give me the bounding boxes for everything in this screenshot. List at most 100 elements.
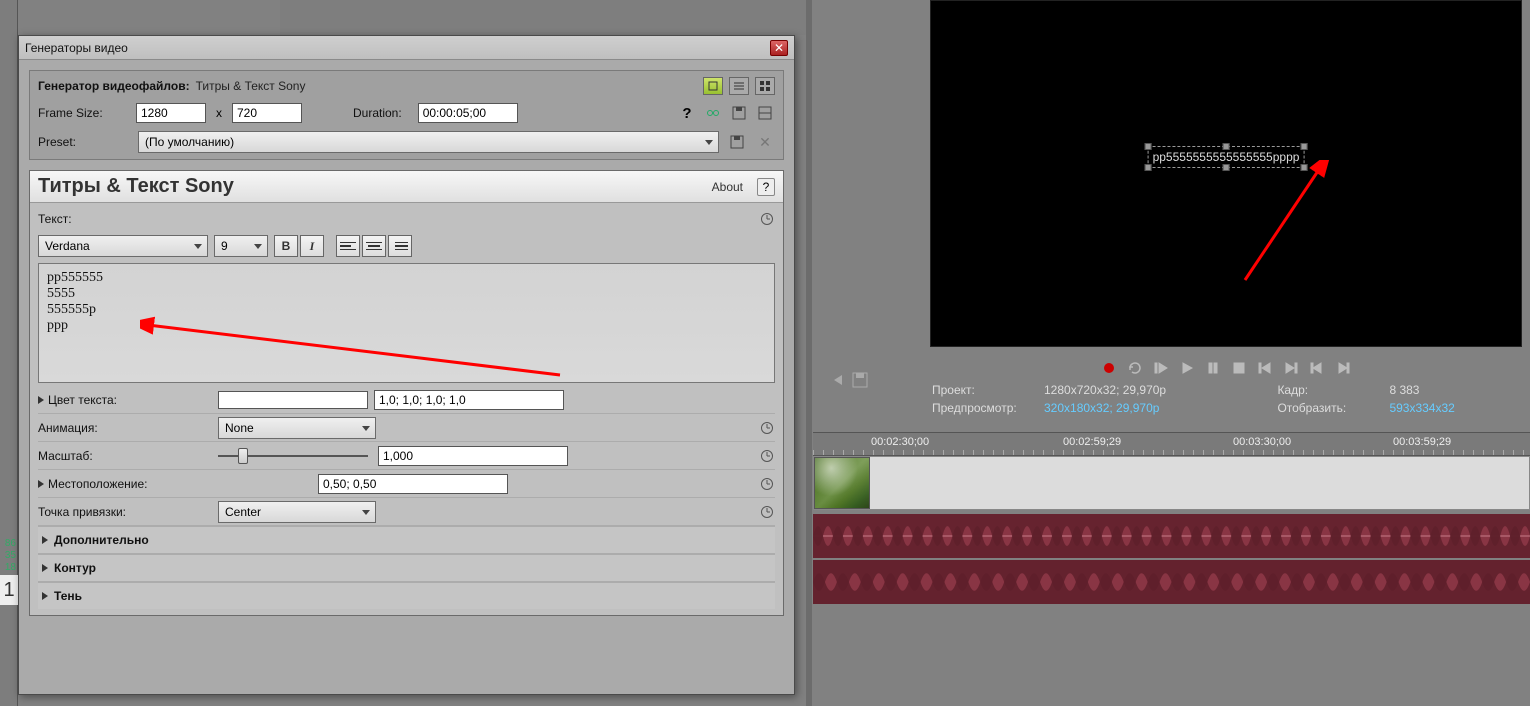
- go-end-button[interactable]: [1281, 358, 1301, 378]
- ruler-tick: 00:02:30;00: [871, 436, 929, 448]
- save-preset-button[interactable]: [729, 103, 749, 123]
- resize-handle[interactable]: [1223, 164, 1230, 171]
- italic-button[interactable]: I: [300, 235, 324, 257]
- video-preview[interactable]: pp5555555555555555pppp: [930, 0, 1522, 347]
- frame-size-label: Frame Size:: [38, 106, 130, 120]
- preview-title-overlay[interactable]: pp5555555555555555pppp: [1148, 146, 1305, 168]
- scale-value[interactable]: [378, 446, 568, 466]
- slider-thumb[interactable]: [238, 448, 248, 464]
- bold-button[interactable]: B: [274, 235, 298, 257]
- view-single-button[interactable]: [703, 77, 723, 95]
- record-button[interactable]: [1099, 358, 1119, 378]
- info-kadr-label: Кадр:: [1277, 382, 1387, 398]
- frame-width-input[interactable]: [136, 103, 206, 123]
- chain-plugin-button[interactable]: [703, 103, 723, 123]
- close-button[interactable]: ✕: [770, 40, 788, 56]
- background-top: [280, 0, 810, 35]
- preset-select-value: (По умолчанию): [145, 135, 234, 149]
- resize-handle[interactable]: [1145, 164, 1152, 171]
- section-additional-label: Дополнительно: [54, 533, 149, 547]
- section-shadow-label: Тень: [54, 589, 82, 603]
- close-icon: ✕: [774, 41, 784, 55]
- font-select-value: Verdana: [45, 239, 90, 253]
- view-grid-button[interactable]: [755, 77, 775, 95]
- ruler-tick: 00:03:59;29: [1393, 436, 1451, 448]
- resize-handle[interactable]: [1223, 143, 1230, 150]
- video-generators-dialog: Генераторы видео ✕ Генератор видеофайлов…: [18, 35, 795, 695]
- timeline-ruler[interactable]: 00:02:30;00 00:02:59;29 00:03:30;00 00:0…: [813, 432, 1530, 456]
- section-shadow[interactable]: Тень: [38, 582, 775, 609]
- align-right-button[interactable]: [388, 235, 412, 257]
- resize-handle[interactable]: [1300, 143, 1307, 150]
- section-outline-label: Контур: [54, 561, 96, 575]
- align-center-button[interactable]: [362, 235, 386, 257]
- resize-handle[interactable]: [1300, 164, 1307, 171]
- frame-height-input[interactable]: [232, 103, 302, 123]
- view-toggle-group: [703, 77, 775, 95]
- font-size-select[interactable]: 9: [214, 235, 268, 257]
- left-ruler-sliver: 86 35 18 1: [0, 0, 18, 706]
- section-outline[interactable]: Контур: [38, 554, 775, 582]
- record-icon: [1104, 363, 1114, 373]
- video-track[interactable]: [813, 456, 1530, 510]
- scale-slider[interactable]: [218, 448, 368, 464]
- animation-select-value: None: [225, 421, 254, 435]
- titles-help-button[interactable]: ?: [757, 178, 775, 196]
- prev-icon[interactable]: [830, 372, 846, 388]
- location-value[interactable]: [318, 474, 508, 494]
- next-frame-button[interactable]: [1333, 358, 1353, 378]
- align-left-button[interactable]: [336, 235, 360, 257]
- duration-input[interactable]: [418, 103, 518, 123]
- text-color-value[interactable]: [374, 390, 564, 410]
- font-select[interactable]: Verdana: [38, 235, 208, 257]
- play-from-start-button[interactable]: [1151, 358, 1171, 378]
- expand-icon: [42, 564, 48, 572]
- text-color-label: Цвет текста:: [48, 393, 117, 407]
- audio-track-2[interactable]: [813, 560, 1530, 604]
- section-additional[interactable]: Дополнительно: [38, 526, 775, 554]
- sliver-marker: 1: [0, 575, 18, 605]
- stop-button[interactable]: [1229, 358, 1249, 378]
- waveform-icon: [813, 560, 1530, 604]
- preview-info: Проект: 1280x720x32; 29,970p Кадр: 8 383…: [930, 380, 1522, 418]
- resize-handle[interactable]: [1145, 143, 1152, 150]
- animation-select[interactable]: None: [218, 417, 376, 439]
- expand-icon[interactable]: [38, 396, 44, 404]
- keyframe-icon[interactable]: [759, 211, 775, 227]
- titles-heading: Титры & Текст Sony: [38, 175, 712, 198]
- save-frame-icon[interactable]: [852, 372, 868, 388]
- keyframe-icon[interactable]: [759, 420, 775, 436]
- title-text-input[interactable]: [38, 263, 775, 383]
- ruler-tick: 00:03:30;00: [1233, 436, 1291, 448]
- preset-select[interactable]: (По умолчанию): [138, 131, 719, 153]
- play-button[interactable]: [1177, 358, 1197, 378]
- save-preset-icon[interactable]: [727, 132, 747, 152]
- settings-button[interactable]: [755, 103, 775, 123]
- delete-preset-icon[interactable]: ✕: [755, 132, 775, 152]
- about-link[interactable]: About: [712, 180, 743, 194]
- keyframe-icon[interactable]: [759, 504, 775, 520]
- dialog-titlebar[interactable]: Генераторы видео ✕: [19, 36, 794, 60]
- info-display-label: Отобразить:: [1277, 400, 1387, 416]
- text-label: Текст:: [38, 212, 759, 226]
- generator-header: Генератор видеофайлов: Титры & Текст Son…: [29, 70, 784, 160]
- pause-button[interactable]: [1203, 358, 1223, 378]
- sliver-num: 18: [0, 562, 18, 573]
- vertical-divider[interactable]: [806, 0, 812, 706]
- animation-label: Анимация:: [38, 421, 98, 435]
- view-list-button[interactable]: [729, 77, 749, 95]
- keyframe-icon[interactable]: [759, 476, 775, 492]
- loop-button[interactable]: [1125, 358, 1145, 378]
- keyframe-icon[interactable]: [759, 448, 775, 464]
- sliver-num: 35: [0, 550, 18, 561]
- clip-thumbnail[interactable]: [814, 457, 870, 509]
- prev-frame-button[interactable]: [1307, 358, 1327, 378]
- text-color-swatch[interactable]: [218, 391, 368, 409]
- expand-icon[interactable]: [38, 480, 44, 488]
- go-start-button[interactable]: [1255, 358, 1275, 378]
- anchor-select[interactable]: Center: [218, 501, 376, 523]
- audio-track-1[interactable]: [813, 514, 1530, 558]
- info-project-value: 1280x720x32; 29,970p: [1044, 382, 1275, 398]
- dialog-body: Генератор видеофайлов: Титры & Текст Son…: [19, 60, 794, 626]
- help-button[interactable]: ?: [677, 103, 697, 123]
